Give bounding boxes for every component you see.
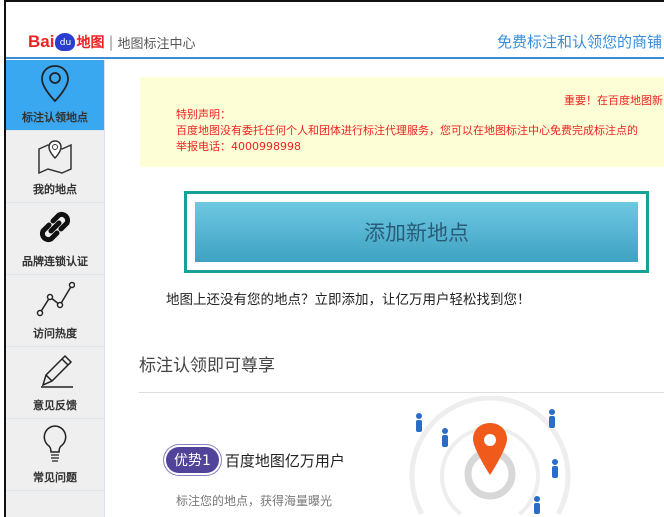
sidebar-item-claim-place[interactable]: 标注认领地点 (6, 60, 104, 131)
sidebar-item-brand-chain[interactable]: 品牌连锁认证 (6, 203, 104, 275)
sidebar-item-my-places[interactable]: 我的地点 (6, 131, 104, 203)
sidebar-item-feedback[interactable]: 意见反馈 (6, 347, 104, 419)
pencil-icon (41, 354, 73, 388)
slogan-link[interactable]: 免费标注和认领您的商铺 (497, 31, 662, 52)
add-hint-text: 地图上还没有您的地点？立即添加，让亿万用户轻松找到您！ (166, 292, 531, 308)
location-pin-icon (473, 423, 507, 475)
link-icon (39, 211, 71, 243)
notice-box: 重要！在百度地图新 特别声明： 百度地图没有委托任何个人和团体进行标注代理服务，… (140, 77, 664, 167)
baidu-map-logo[interactable]: Bai du 地图 | 地图标注中心 (28, 32, 196, 52)
paw-icon: du (55, 33, 76, 51)
map-icon (38, 140, 72, 175)
user-icon (534, 496, 540, 514)
advantage-1: 优势1 百度地图亿万用户 (166, 447, 345, 473)
notice-important: 重要！在百度地图新 (564, 94, 663, 107)
header: Bai du 地图 | 地图标注中心 免费标注和认领您的商铺 (6, 2, 664, 59)
user-icon (442, 428, 448, 447)
notice-body: 百度地图没有委托任何个人和团体进行标注代理服务，您可以在地图标注中心免费完成标注… (176, 124, 638, 137)
add-button-frame: 添加新地点 (184, 191, 649, 273)
sidebar-item-visit-heat[interactable]: 访问热度 (6, 275, 104, 347)
divider (139, 392, 664, 393)
sidebar-item-faq[interactable]: 常见问题 (6, 419, 104, 491)
users-radar-illustration (409, 396, 571, 516)
user-icon (552, 459, 558, 478)
advantage-desc: 标注您的地点，获得海量曝光 (176, 494, 333, 508)
user-icon (416, 413, 422, 432)
notice-phone: 举报电话：4000998998 (176, 140, 301, 153)
line-chart-icon (36, 281, 75, 317)
add-new-place-button[interactable]: 添加新地点 (195, 202, 638, 262)
lightbulb-icon (43, 425, 67, 462)
location-pin-icon (41, 65, 69, 103)
section-title: 标注认领即可尊享 (139, 356, 275, 376)
advantage-title: 百度地图亿万用户 (224, 451, 345, 470)
site-subtitle: 地图标注中心 (117, 36, 196, 52)
advantage-badge: 优势1 (166, 447, 219, 473)
sidebar: 标注认领地点 我的地点 品牌连锁认证 访问热度 意见反馈 常见问题 (6, 60, 105, 517)
user-icon (549, 409, 555, 428)
notice-title: 特别声明： (176, 108, 231, 121)
